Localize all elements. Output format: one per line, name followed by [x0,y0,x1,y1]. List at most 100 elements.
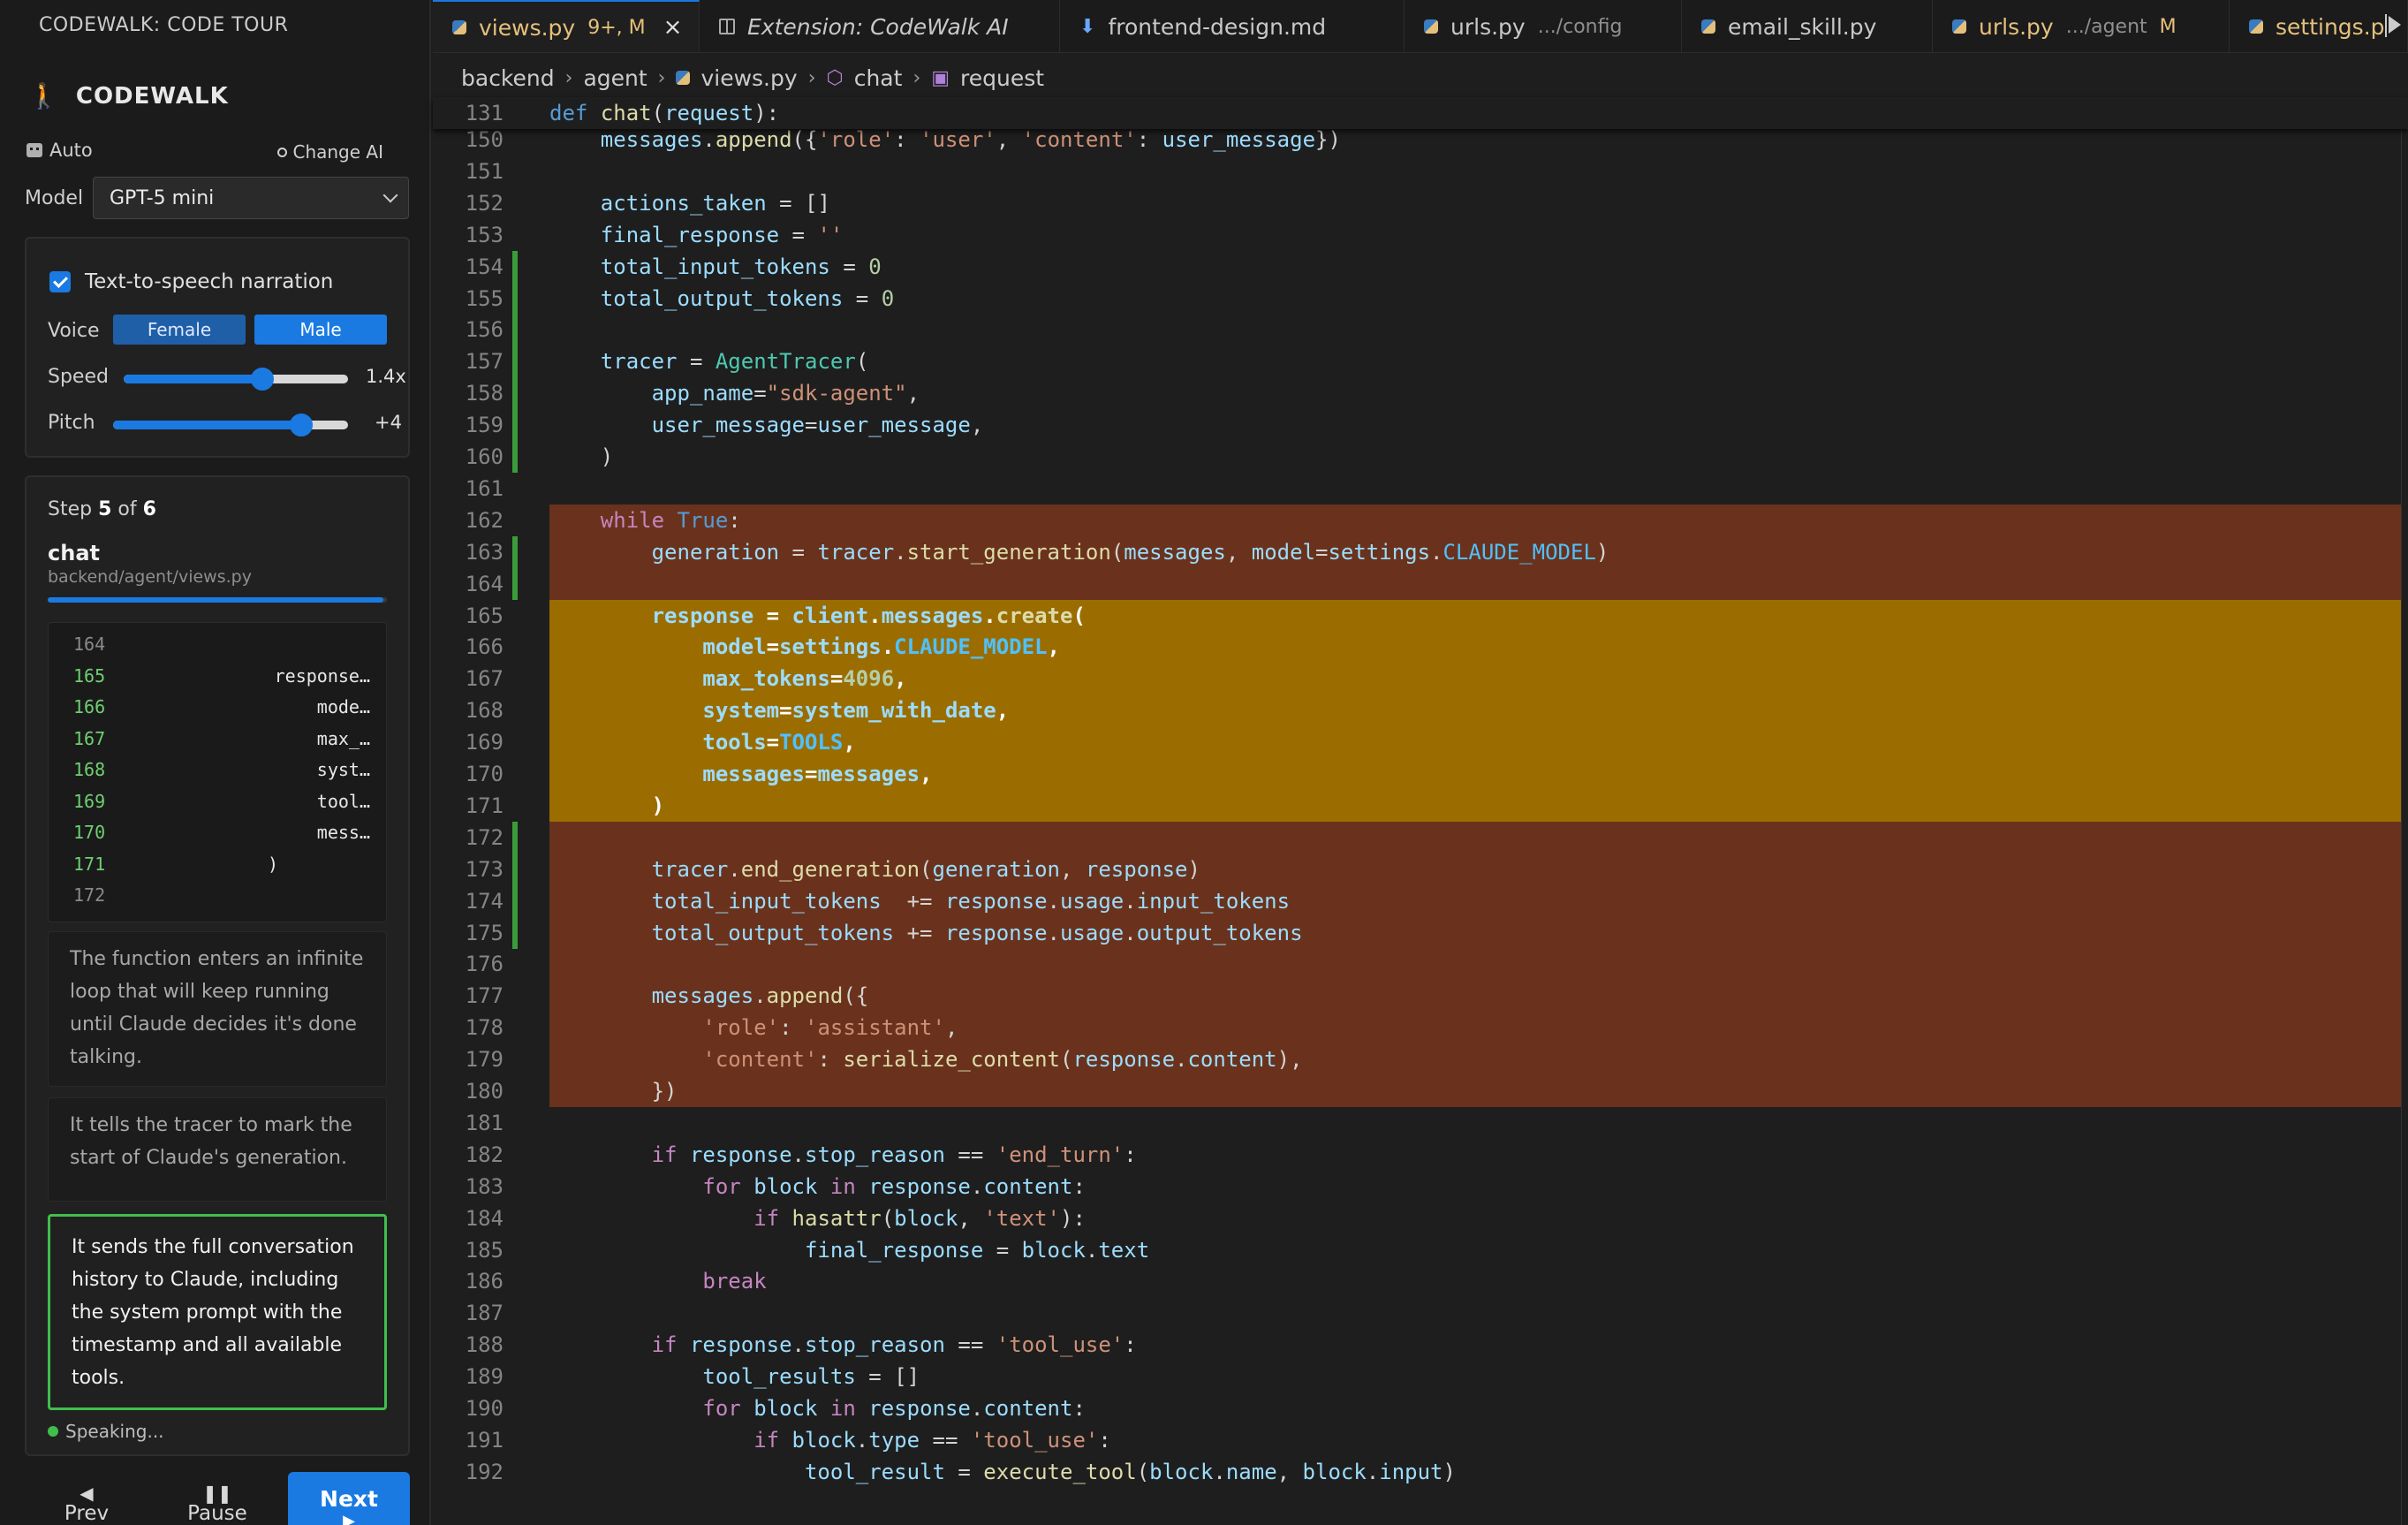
code-line[interactable]: 181 [433,1107,2408,1139]
code-line[interactable]: 171 ) [433,789,2408,822]
code-editor[interactable]: 150 messages.append({'role': 'user', 'co… [433,97,2408,1525]
code-line[interactable]: 189 tool_results = [] [433,1361,2408,1392]
code-line[interactable]: 179 'content': serialize_content(respons… [433,1043,2408,1076]
code-line[interactable]: 152 actions_taken = [] [433,187,2408,219]
code-line[interactable]: 157 tracer = AgentTracer( [433,345,2408,378]
code-text: system=system_with_date, [702,698,1010,724]
code-line[interactable]: 174 total_input_tokens += response.usage… [433,884,2408,917]
tab-views-py[interactable]: views.py 9+, M × [433,0,700,52]
code-line[interactable]: 165 response = client.messages.create( [433,599,2408,632]
speed-slider-thumb[interactable] [251,368,275,391]
code-line[interactable]: 182 if response.stop_reason == 'end_turn… [433,1139,2408,1171]
breadcrumb-item[interactable]: agent [583,65,647,91]
tts-toggle[interactable]: Text-to-speech narration [49,270,333,293]
change-ai-button[interactable]: Change AI [277,141,383,163]
step-current: 5 [98,498,112,520]
git-change-marker[interactable] [512,250,518,283]
tab-urls-agent[interactable]: urls.py .../agent M [1933,0,2230,52]
prev-label: Prev [64,1502,110,1525]
code-preview[interactable]: 164 165 response… 166 mode… 167 max_… 168 syst… 1… [48,622,387,922]
narration-item[interactable]: It tells the tracer to mark the start of… [48,1097,387,1202]
sticky-scroll-header[interactable]: 131 def chat(request): [433,97,2408,129]
code-line[interactable]: 170 messages=messages, [433,758,2408,790]
line-number: 158 [465,381,504,406]
git-change-marker[interactable] [512,345,518,378]
code-line[interactable]: 167 max_tokens=4096, [433,663,2408,695]
code-line[interactable]: 168 system=system_with_date, [433,694,2408,727]
breadcrumb-item[interactable]: request [960,65,1044,91]
code-line[interactable]: 159 user_message=user_message, [433,409,2408,442]
tab-label: settings.p [2275,13,2385,40]
code-line[interactable]: 151 [433,156,2408,187]
pitch-slider-thumb[interactable] [289,413,313,436]
close-icon[interactable]: × [663,14,683,41]
code-line[interactable]: 166 model=settings.CLAUDE_MODEL, [433,631,2408,664]
git-change-marker[interactable] [512,884,518,917]
code-line[interactable]: 183 for block in response.content: [433,1171,2408,1203]
git-change-marker[interactable] [512,821,518,854]
code-line[interactable]: 155 total_output_tokens = 0 [433,282,2408,315]
breadcrumb-item[interactable]: backend [461,65,555,91]
code-line[interactable]: 173 tracer.end_generation(generation, re… [433,853,2408,885]
pause-button[interactable]: ❚❚ Pause [155,1472,279,1525]
code-line[interactable]: 178 'role': 'assistant', [433,1012,2408,1044]
git-change-marker[interactable] [512,567,518,600]
git-change-marker[interactable] [512,314,518,346]
voice-female-button[interactable]: Female [113,315,246,345]
speed-slider[interactable] [124,368,348,391]
breadcrumb-item[interactable]: chat [854,65,903,91]
code-line[interactable]: 177 messages.append({ [433,980,2408,1013]
model-select[interactable]: GPT-5 mini [93,177,409,219]
code-line[interactable]: 162 while True: [433,504,2408,536]
git-change-marker[interactable] [512,853,518,885]
code-line[interactable]: 190 for block in response.content: [433,1392,2408,1424]
git-change-marker[interactable] [512,282,518,315]
editor-scrollbar[interactable] [2401,97,2408,1525]
voice-male-button[interactable]: Male [254,315,387,345]
code-line[interactable]: 185 final_response = block.text [433,1234,2408,1266]
git-change-marker[interactable] [512,535,518,568]
tab-frontend-design-md[interactable]: ⬇ frontend-design.md [1060,0,1405,52]
code-line[interactable]: 160 ) [433,441,2408,473]
code-line[interactable]: 164 [433,567,2408,600]
code-line[interactable]: 153 final_response = '' [433,219,2408,251]
code-line[interactable]: 191 if block.type == 'tool_use': [433,1424,2408,1456]
code-line[interactable]: 176 [433,948,2408,981]
git-change-marker[interactable] [512,409,518,442]
code-line[interactable]: 154 total_input_tokens = 0 [433,250,2408,283]
prev-button[interactable]: ◀ Prev [25,1472,148,1525]
line-number: 165 [465,603,504,628]
code-text: tracer = AgentTracer( [600,349,869,375]
code-line[interactable]: 192 tool_result = execute_tool(block.nam… [433,1456,2408,1488]
git-change-marker[interactable] [512,441,518,473]
code-line[interactable]: 169 tools=TOOLS, [433,726,2408,759]
code-line[interactable]: 180 }) [433,1075,2408,1107]
next-button[interactable]: Next ▶ [288,1472,410,1525]
next-icon: ▶ [343,1512,355,1525]
tab-extension-codewalk[interactable]: Extension: CodeWalk AI [700,0,1060,52]
code-text: actions_taken = [] [600,190,830,216]
tab-email-skill[interactable]: email_skill.py [1682,0,1933,52]
step-file-path[interactable]: backend/agent/views.py [48,567,252,587]
code-line[interactable]: 184 if hasattr(block, 'text'): [433,1203,2408,1234]
code-line[interactable]: 158 app_name="sdk-agent", [433,377,2408,410]
tab-urls-config[interactable]: urls.py .../config [1405,0,1682,52]
code-line[interactable]: 175 total_output_tokens += response.usag… [433,916,2408,949]
code-line[interactable]: 172 [433,821,2408,854]
git-change-marker[interactable] [512,377,518,410]
code-line[interactable]: 156 [433,314,2408,346]
code-line[interactable]: 186 break [433,1265,2408,1297]
git-change-marker[interactable] [512,916,518,949]
tts-checkbox[interactable] [49,271,71,292]
run-icon[interactable] [2385,14,2404,37]
code-line[interactable]: 188 if response.stop_reason == 'tool_use… [433,1329,2408,1361]
tab-settings[interactable]: settings.p [2230,0,2408,52]
code-line[interactable]: 163 generation = tracer.start_generation… [433,535,2408,568]
pitch-slider[interactable] [113,413,348,436]
narration-item-active[interactable]: It sends the full conversation history t… [48,1214,387,1410]
narration-item[interactable]: The function enters an infinite loop tha… [48,931,387,1087]
code-line[interactable]: 187 [433,1297,2408,1329]
code-text: ) [549,444,614,469]
breadcrumb-item[interactable]: views.py [700,65,797,91]
code-line[interactable]: 161 [433,473,2408,505]
